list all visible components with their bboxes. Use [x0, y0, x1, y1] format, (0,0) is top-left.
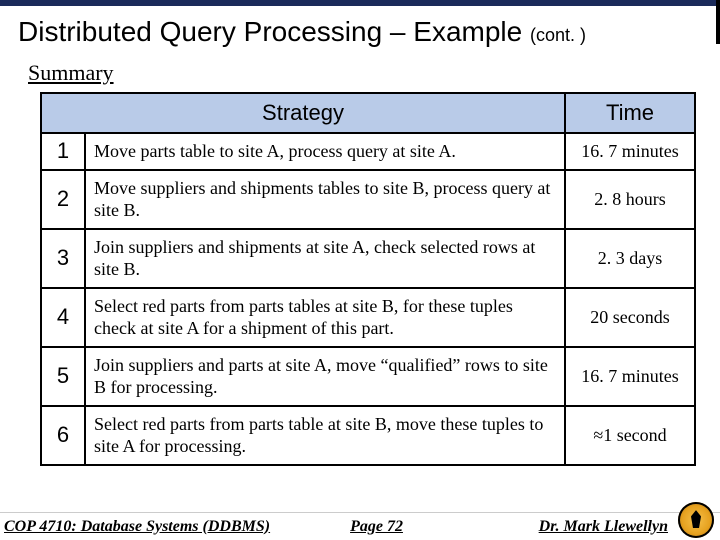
slide-footer: COP 4710: Database Systems (DDBMS) Page …: [0, 512, 720, 540]
row-strategy: Move suppliers and shipments tables to s…: [85, 170, 565, 229]
title-area: Distributed Query Processing – Example (…: [0, 6, 720, 54]
table-row: 5 Join suppliers and parts at site A, mo…: [41, 347, 695, 406]
table-row: 1 Move parts table to site A, process qu…: [41, 133, 695, 170]
title-cont: (cont. ): [530, 25, 586, 45]
row-number: 6: [41, 406, 85, 465]
row-time: 20 seconds: [565, 288, 695, 347]
row-strategy: Join suppliers and parts at site A, move…: [85, 347, 565, 406]
row-number: 2: [41, 170, 85, 229]
row-time: 2. 3 days: [565, 229, 695, 288]
row-time: 16. 7 minutes: [565, 133, 695, 170]
row-strategy: Select red parts from parts table at sit…: [85, 406, 565, 465]
table-row: 3 Join suppliers and shipments at site A…: [41, 229, 695, 288]
footer-course: COP 4710: Database Systems (DDBMS): [4, 518, 270, 536]
section-subtitle: Summary: [0, 54, 720, 92]
row-number: 1: [41, 133, 85, 170]
row-time: ≈1 second: [565, 406, 695, 465]
row-number: 4: [41, 288, 85, 347]
university-seal-icon: [678, 502, 714, 538]
row-time: 2. 8 hours: [565, 170, 695, 229]
title-main: Distributed Query Processing – Example: [18, 16, 530, 47]
table-header-row: Strategy Time: [41, 93, 695, 133]
row-strategy: Move parts table to site A, process quer…: [85, 133, 565, 170]
table-row: 2 Move suppliers and shipments tables to…: [41, 170, 695, 229]
row-number: 5: [41, 347, 85, 406]
row-strategy: Join suppliers and shipments at site A, …: [85, 229, 565, 288]
footer-author: Dr. Mark Llewellyn: [539, 518, 668, 536]
header-strategy: Strategy: [41, 93, 565, 133]
table-wrap: Strategy Time 1 Move parts table to site…: [0, 92, 720, 466]
footer-page: Page 72: [350, 518, 403, 536]
page-title: Distributed Query Processing – Example (…: [18, 16, 702, 48]
table-row: 4 Select red parts from parts tables at …: [41, 288, 695, 347]
header-time: Time: [565, 93, 695, 133]
row-strategy: Select red parts from parts tables at si…: [85, 288, 565, 347]
right-edge-decor: [716, 0, 720, 44]
row-number: 3: [41, 229, 85, 288]
row-time: 16. 7 minutes: [565, 347, 695, 406]
strategy-table: Strategy Time 1 Move parts table to site…: [40, 92, 696, 466]
table-row: 6 Select red parts from parts table at s…: [41, 406, 695, 465]
